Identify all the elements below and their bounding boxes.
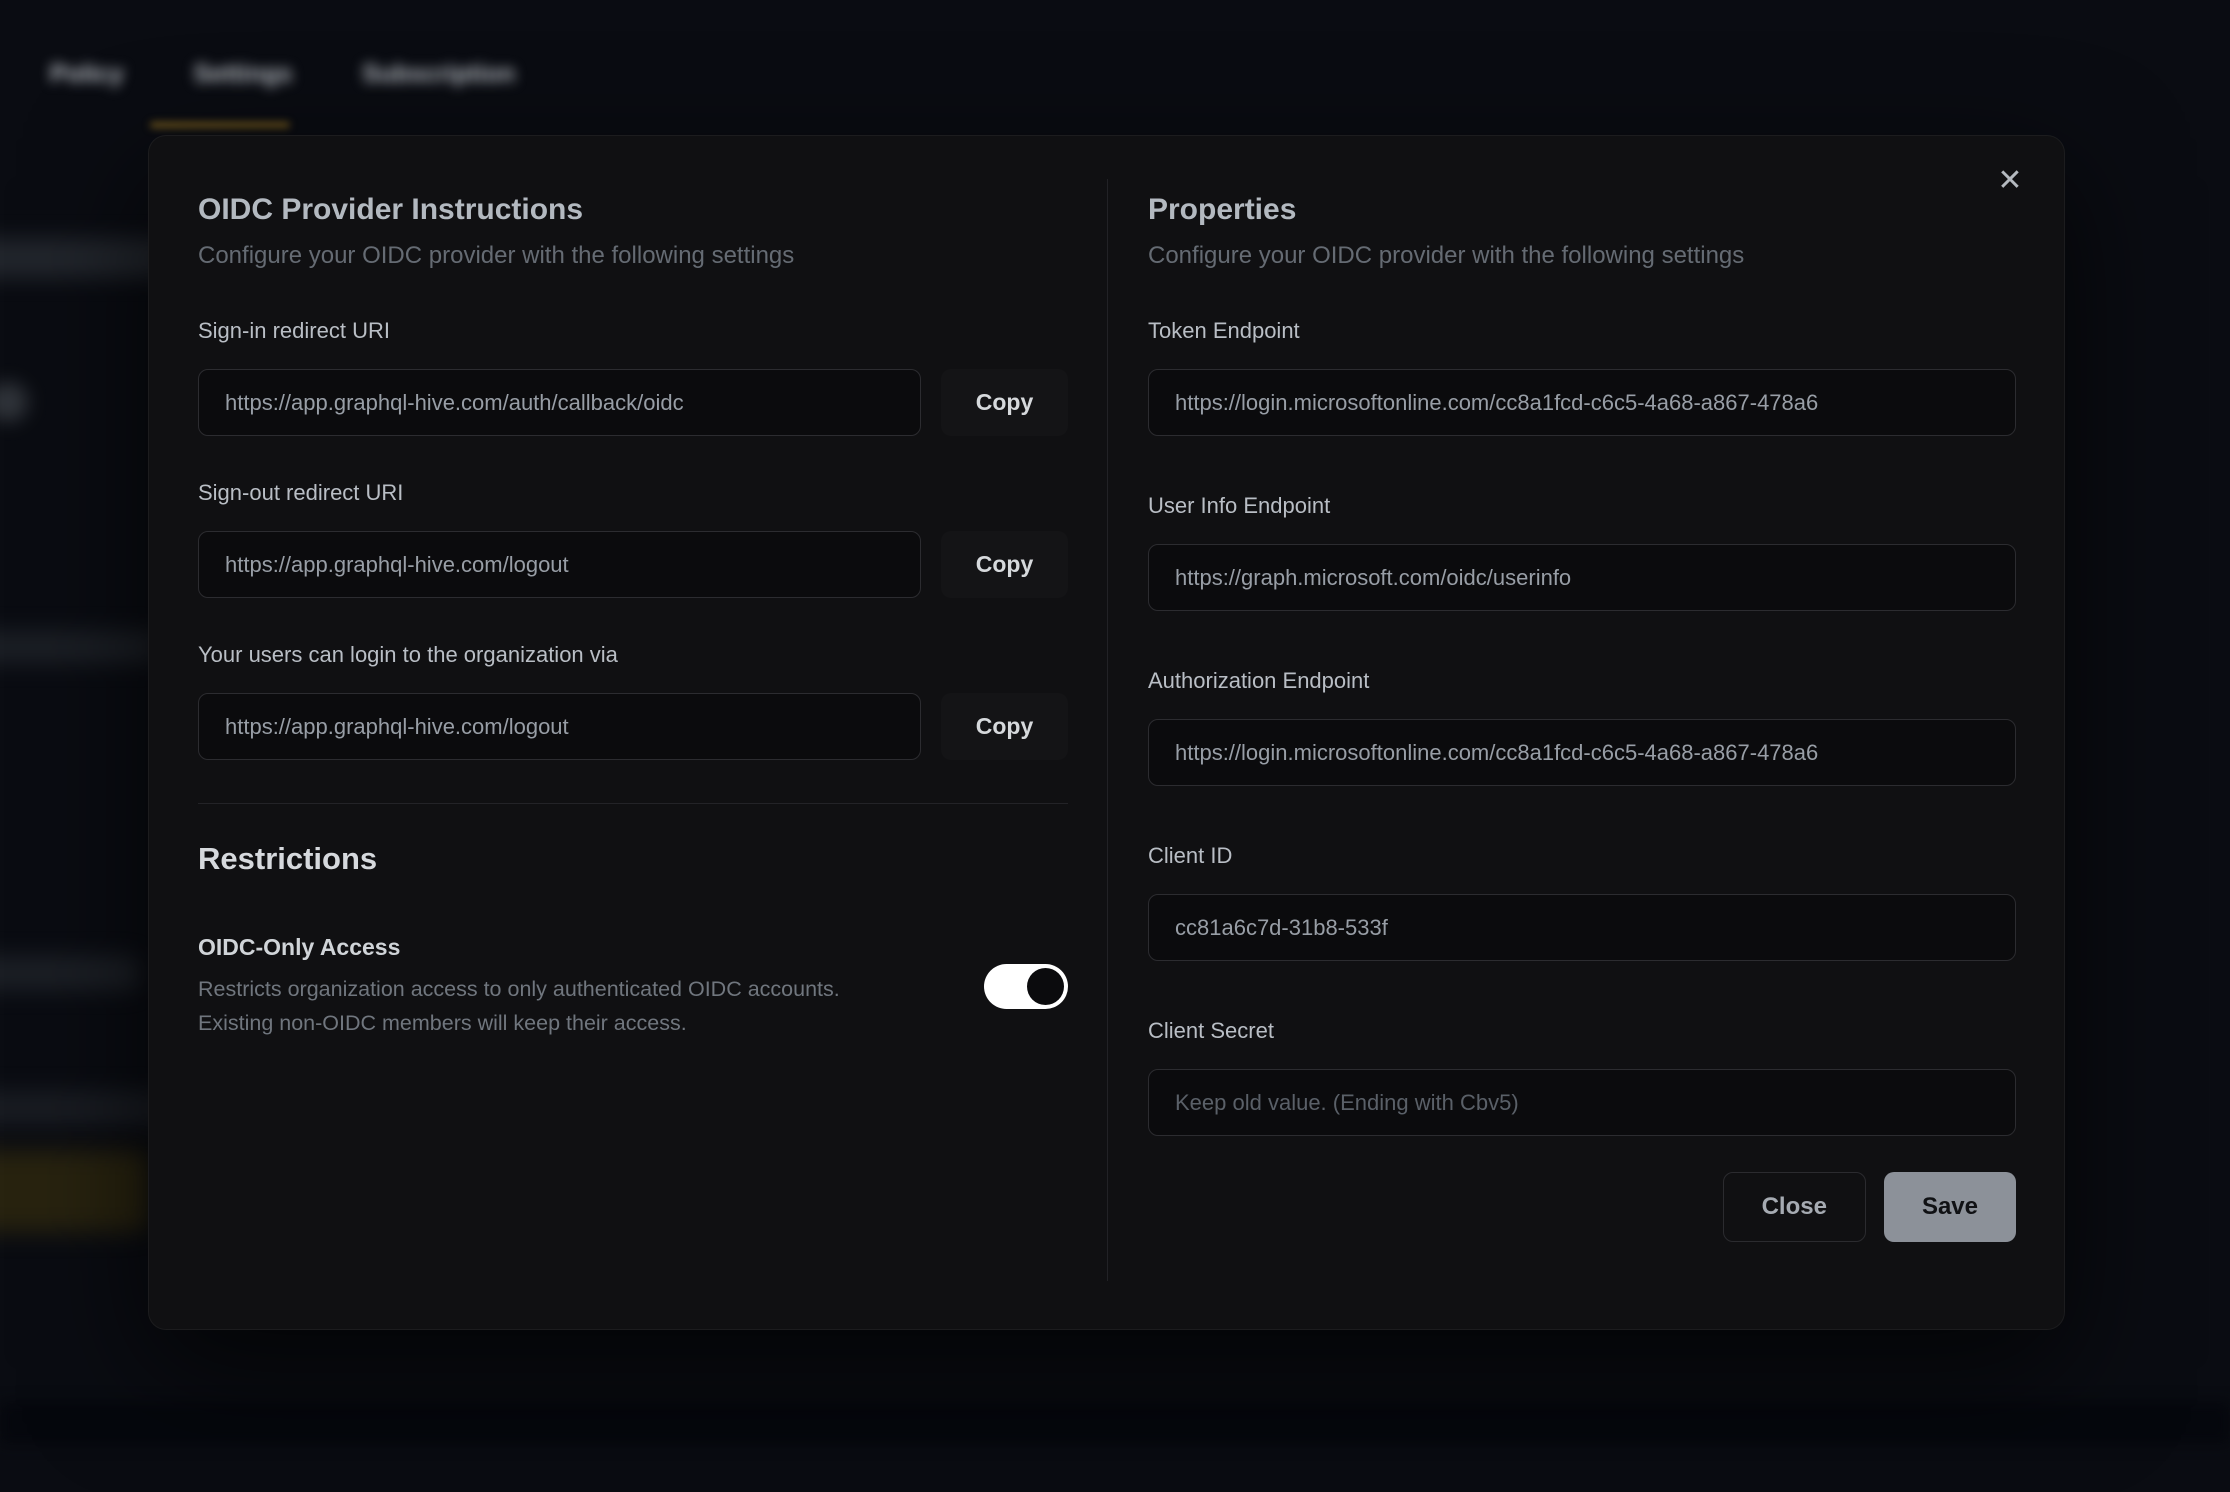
tab-subscription[interactable]: Subscription	[362, 60, 515, 89]
blurred-background-dot	[0, 382, 28, 422]
token-endpoint-input[interactable]	[1148, 369, 2016, 436]
close-button[interactable]: Close	[1723, 1172, 1866, 1242]
signin-redirect-field: Sign-in redirect URI Copy	[198, 317, 1068, 436]
blurred-background-button	[0, 1150, 150, 1232]
oidc-only-access-description: Restricts organization access to only au…	[198, 972, 840, 1040]
oidc-only-access-text: OIDC-Only Access Restricts organization …	[198, 932, 840, 1040]
client-id-input[interactable]	[1148, 894, 2016, 961]
login-via-field: Your users can login to the organization…	[198, 641, 1068, 760]
description-line-1: Restricts organization access to only au…	[198, 977, 840, 1001]
instructions-column: OIDC Provider Instructions Configure you…	[198, 191, 1068, 1040]
client-secret-input[interactable]	[1148, 1069, 2016, 1136]
active-tab-underline	[150, 122, 290, 128]
client-secret-label: Client Secret	[1148, 1017, 2016, 1045]
token-endpoint-label: Token Endpoint	[1148, 317, 2016, 345]
signout-redirect-label: Sign-out redirect URI	[198, 479, 1068, 507]
tab-policy[interactable]: Policy	[50, 60, 124, 89]
signout-redirect-field: Sign-out redirect URI Copy	[198, 479, 1068, 598]
properties-title: Properties	[1148, 191, 2016, 229]
blurred-background-text	[0, 1090, 170, 1126]
blurred-background-text	[0, 630, 160, 664]
signout-redirect-input[interactable]	[198, 531, 921, 598]
authorization-endpoint-label: Authorization Endpoint	[1148, 667, 2016, 695]
restrictions-heading: Restrictions	[198, 840, 1068, 878]
oidc-only-access-toggle[interactable]	[984, 964, 1068, 1009]
client-secret-field: Client Secret	[1148, 1017, 2016, 1136]
authorization-endpoint-input[interactable]	[1148, 719, 2016, 786]
userinfo-endpoint-input[interactable]	[1148, 544, 2016, 611]
instructions-title: OIDC Provider Instructions	[198, 191, 1068, 229]
blurred-background-text	[0, 238, 170, 278]
column-divider	[1107, 179, 1108, 1281]
authorization-endpoint-field: Authorization Endpoint	[1148, 667, 2016, 786]
section-divider	[198, 803, 1068, 804]
tab-settings[interactable]: Settings	[194, 60, 293, 89]
oidc-settings-modal: ✕ OIDC Provider Instructions Configure y…	[148, 135, 2065, 1330]
token-endpoint-field: Token Endpoint	[1148, 317, 2016, 436]
copy-signout-button[interactable]: Copy	[941, 531, 1068, 598]
instructions-subtitle: Configure your OIDC provider with the fo…	[198, 241, 1068, 271]
client-id-label: Client ID	[1148, 842, 2016, 870]
blurred-background-text	[0, 955, 140, 991]
userinfo-endpoint-field: User Info Endpoint	[1148, 492, 2016, 611]
login-via-input[interactable]	[198, 693, 921, 760]
login-via-label: Your users can login to the organization…	[198, 641, 1068, 669]
signin-redirect-input[interactable]	[198, 369, 921, 436]
background-bottom-band	[0, 1402, 2230, 1444]
oidc-only-access-row: OIDC-Only Access Restricts organization …	[198, 932, 1068, 1040]
description-line-2: Existing non-OIDC members will keep thei…	[198, 1011, 687, 1035]
userinfo-endpoint-label: User Info Endpoint	[1148, 492, 2016, 520]
oidc-only-access-label: OIDC-Only Access	[198, 932, 840, 962]
modal-actions: Close Save	[1148, 1172, 2016, 1242]
client-id-field: Client ID	[1148, 842, 2016, 961]
background-tab-bar: Policy Settings Subscription	[50, 60, 515, 89]
properties-column: Properties Configure your OIDC provider …	[1148, 191, 2016, 1242]
copy-signin-button[interactable]: Copy	[941, 369, 1068, 436]
save-button[interactable]: Save	[1884, 1172, 2016, 1242]
copy-login-via-button[interactable]: Copy	[941, 693, 1068, 760]
signin-redirect-label: Sign-in redirect URI	[198, 317, 1068, 345]
properties-subtitle: Configure your OIDC provider with the fo…	[1148, 241, 2016, 271]
toggle-knob	[1027, 968, 1064, 1005]
